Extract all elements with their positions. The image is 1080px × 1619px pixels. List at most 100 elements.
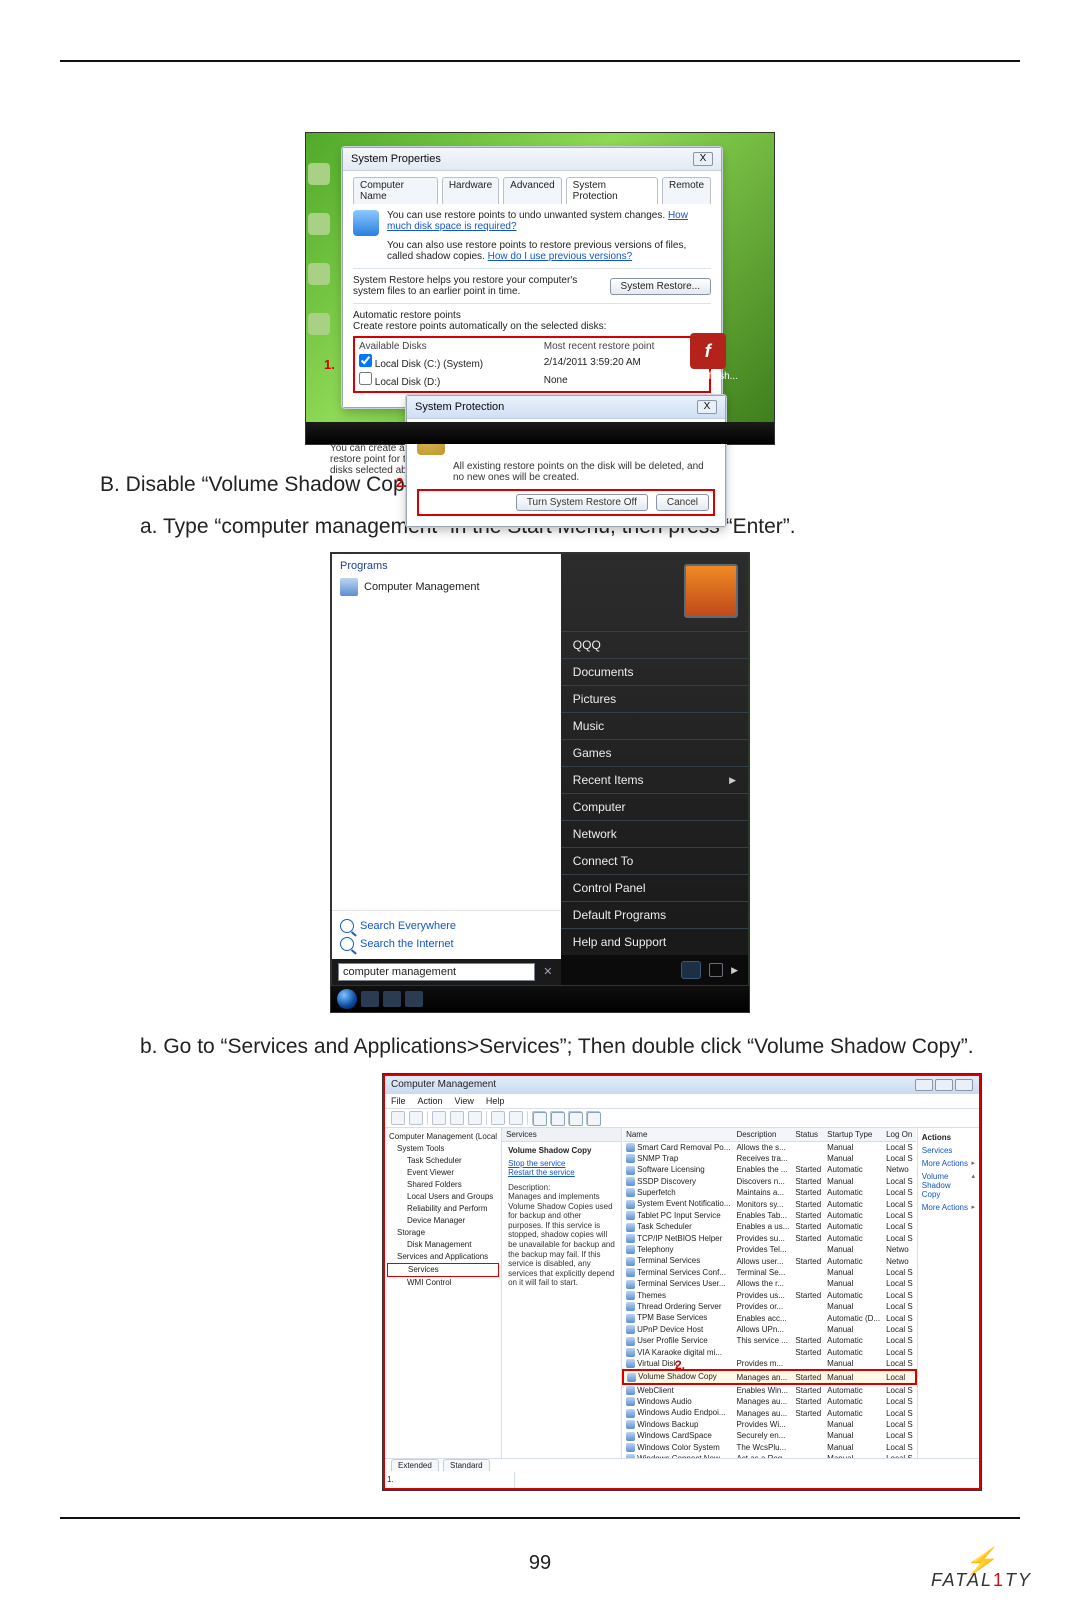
tab-system-protection[interactable]: System Protection (566, 177, 658, 204)
toolbar-btn[interactable] (391, 1111, 405, 1125)
service-row[interactable]: TelephonyProvides Tel...ManualNetwo (623, 1244, 916, 1255)
service-row[interactable]: User Profile ServiceThis service ...Star… (623, 1335, 916, 1346)
close-icon[interactable]: X (697, 400, 717, 414)
turn-off-button[interactable]: Turn System Restore Off (516, 494, 648, 511)
start-menu-item[interactable]: Pictures (561, 685, 748, 712)
tree-node[interactable]: Device Manager (387, 1215, 499, 1227)
service-row[interactable]: Virtual DiskProvides m...ManualLocal S (623, 1358, 916, 1370)
navigation-tree[interactable]: Computer Management (LocalSystem ToolsTa… (385, 1128, 502, 1458)
search-everywhere-link[interactable]: Search Everywhere (340, 917, 553, 935)
menu-view[interactable]: View (455, 1096, 474, 1106)
tab-computer-name[interactable]: Computer Name (353, 177, 438, 204)
disk-d-checkbox[interactable] (359, 372, 372, 385)
service-row[interactable]: Windows CardSpaceSecurely en...ManualLoc… (623, 1430, 916, 1441)
tree-node[interactable]: Storage (387, 1227, 499, 1239)
tab-extended[interactable]: Extended (391, 1459, 439, 1471)
service-row[interactable]: Software LicensingEnables the ...Started… (623, 1164, 916, 1175)
toolbar-btn[interactable] (468, 1111, 482, 1125)
service-row[interactable]: SSDP DiscoveryDiscovers n...StartedManua… (623, 1176, 916, 1187)
program-computer-management[interactable]: Computer Management (332, 574, 561, 600)
tab-hardware[interactable]: Hardware (442, 177, 499, 204)
menu-file[interactable]: File (391, 1096, 406, 1106)
service-row[interactable]: Windows BackupProvides Wi...ManualLocal … (623, 1419, 916, 1430)
power-button-icon[interactable] (681, 961, 701, 979)
clear-icon[interactable]: ✕ (541, 965, 555, 979)
service-row[interactable]: SNMP TrapReceives tra...ManualLocal S (623, 1153, 916, 1164)
toolbar-btn[interactable] (409, 1111, 423, 1125)
start-menu-item[interactable]: Computer (561, 793, 748, 820)
tree-node[interactable]: Computer Management (Local (387, 1131, 499, 1143)
actions-services[interactable]: Services (922, 1144, 975, 1157)
toolbar-btn[interactable] (450, 1111, 464, 1125)
service-row[interactable]: VIA Karaoke digital mi...StartedAutomati… (623, 1347, 916, 1358)
stop-service-link[interactable]: Stop the service (508, 1159, 615, 1168)
toolbar-btn[interactable] (509, 1111, 523, 1125)
start-orb-icon[interactable] (337, 989, 357, 1009)
close-icon[interactable] (955, 1079, 973, 1091)
search-internet-link[interactable]: Search the Internet (340, 935, 553, 953)
tree-node[interactable]: Local Users and Groups (387, 1191, 499, 1203)
start-menu-item[interactable]: Games (561, 739, 748, 766)
tree-node[interactable]: Task Scheduler (387, 1155, 499, 1167)
tree-node[interactable]: Services (387, 1263, 499, 1277)
start-menu-item[interactable]: Help and Support (561, 928, 748, 955)
close-icon[interactable]: X (693, 152, 713, 166)
service-row[interactable]: Windows Connect Now...Act as a Reg...Man… (623, 1453, 916, 1457)
tree-node[interactable]: Shared Folders (387, 1179, 499, 1191)
restart-icon[interactable] (587, 1112, 601, 1126)
start-menu-item[interactable]: Connect To (561, 847, 748, 874)
tab-standard[interactable]: Standard (443, 1459, 489, 1471)
service-row[interactable]: TPM Base ServicesEnables acc...Automatic… (623, 1312, 916, 1323)
actions-more[interactable]: More Actions▸ (922, 1201, 975, 1214)
minimize-icon[interactable] (915, 1079, 933, 1091)
menu-action[interactable]: Action (418, 1096, 443, 1106)
tree-node[interactable]: Reliability and Perform (387, 1203, 499, 1215)
quicklaunch-icon[interactable] (383, 991, 401, 1007)
cancel-button[interactable]: Cancel (656, 494, 709, 511)
service-row[interactable]: WebClientEnables Win...StartedAutomaticL… (623, 1384, 916, 1396)
play-icon[interactable] (533, 1112, 547, 1126)
start-menu-item[interactable]: Music (561, 712, 748, 739)
user-name[interactable]: QQQ (561, 631, 748, 658)
sp-link-prevversions[interactable]: How do I use previous versions? (488, 251, 633, 262)
service-row[interactable]: Terminal Services User...Allows the r...… (623, 1278, 916, 1289)
service-row[interactable]: Thread Ordering ServerProvides or...Manu… (623, 1301, 916, 1312)
flash-installer-icon[interactable]: f (690, 333, 726, 369)
service-row[interactable]: System Event Notificatio...Monitors sy..… (623, 1198, 916, 1209)
chevron-right-icon[interactable]: ▶ (731, 965, 738, 976)
tree-node[interactable]: Disk Management (387, 1239, 499, 1251)
service-row[interactable]: Windows Color SystemThe WcsPlu...ManualL… (623, 1442, 916, 1453)
start-menu-item[interactable]: Control Panel (561, 874, 748, 901)
pause-icon[interactable] (569, 1112, 583, 1126)
service-row[interactable]: UPnP Device HostAllows UPn...ManualLocal… (623, 1324, 916, 1335)
service-row[interactable]: TCP/IP NetBIOS HelperProvides su...Start… (623, 1233, 916, 1244)
service-row[interactable]: Tablet PC Input ServiceEnables Tab...Sta… (623, 1210, 916, 1221)
service-row[interactable]: Windows Audio Endpoi...Manages au...Star… (623, 1407, 916, 1418)
start-menu-item[interactable]: Documents (561, 658, 748, 685)
user-avatar[interactable] (684, 564, 738, 618)
tab-advanced[interactable]: Advanced (503, 177, 561, 204)
start-menu-item[interactable]: Network (561, 820, 748, 847)
lock-icon[interactable] (709, 963, 723, 977)
service-row[interactable]: Windows AudioManages au...StartedAutomat… (623, 1396, 916, 1407)
service-row[interactable]: Terminal Services Conf...Terminal Se...M… (623, 1267, 916, 1278)
toolbar-btn[interactable] (491, 1111, 505, 1125)
maximize-icon[interactable] (935, 1079, 953, 1091)
actions-more[interactable]: More Actions▸ (922, 1157, 975, 1170)
services-table[interactable]: NameDescriptionStatusStartup TypeLog OnS… (622, 1128, 917, 1458)
service-row[interactable]: SuperfetchMaintains a...StartedAutomatic… (623, 1187, 916, 1198)
disk-c-checkbox[interactable] (359, 354, 372, 367)
tree-node[interactable]: Event Viewer (387, 1167, 499, 1179)
toolbar-btn[interactable] (432, 1111, 446, 1125)
start-search-input[interactable] (338, 963, 535, 981)
tree-node[interactable]: Services and Applications (387, 1251, 499, 1263)
start-menu-item[interactable]: Recent Items▶ (561, 766, 748, 793)
service-row[interactable]: Smart Card Removal Po...Allows the s...M… (623, 1141, 916, 1153)
start-menu-item[interactable]: Default Programs (561, 901, 748, 928)
tree-node[interactable]: WMI Control (387, 1277, 499, 1289)
service-row[interactable]: Terminal ServicesAllows user...StartedAu… (623, 1255, 916, 1266)
stop-icon[interactable] (551, 1112, 565, 1126)
tree-node[interactable]: System Tools (387, 1143, 499, 1155)
service-row[interactable]: Task SchedulerEnables a us...StartedAuto… (623, 1221, 916, 1232)
quicklaunch-icon[interactable] (405, 991, 423, 1007)
